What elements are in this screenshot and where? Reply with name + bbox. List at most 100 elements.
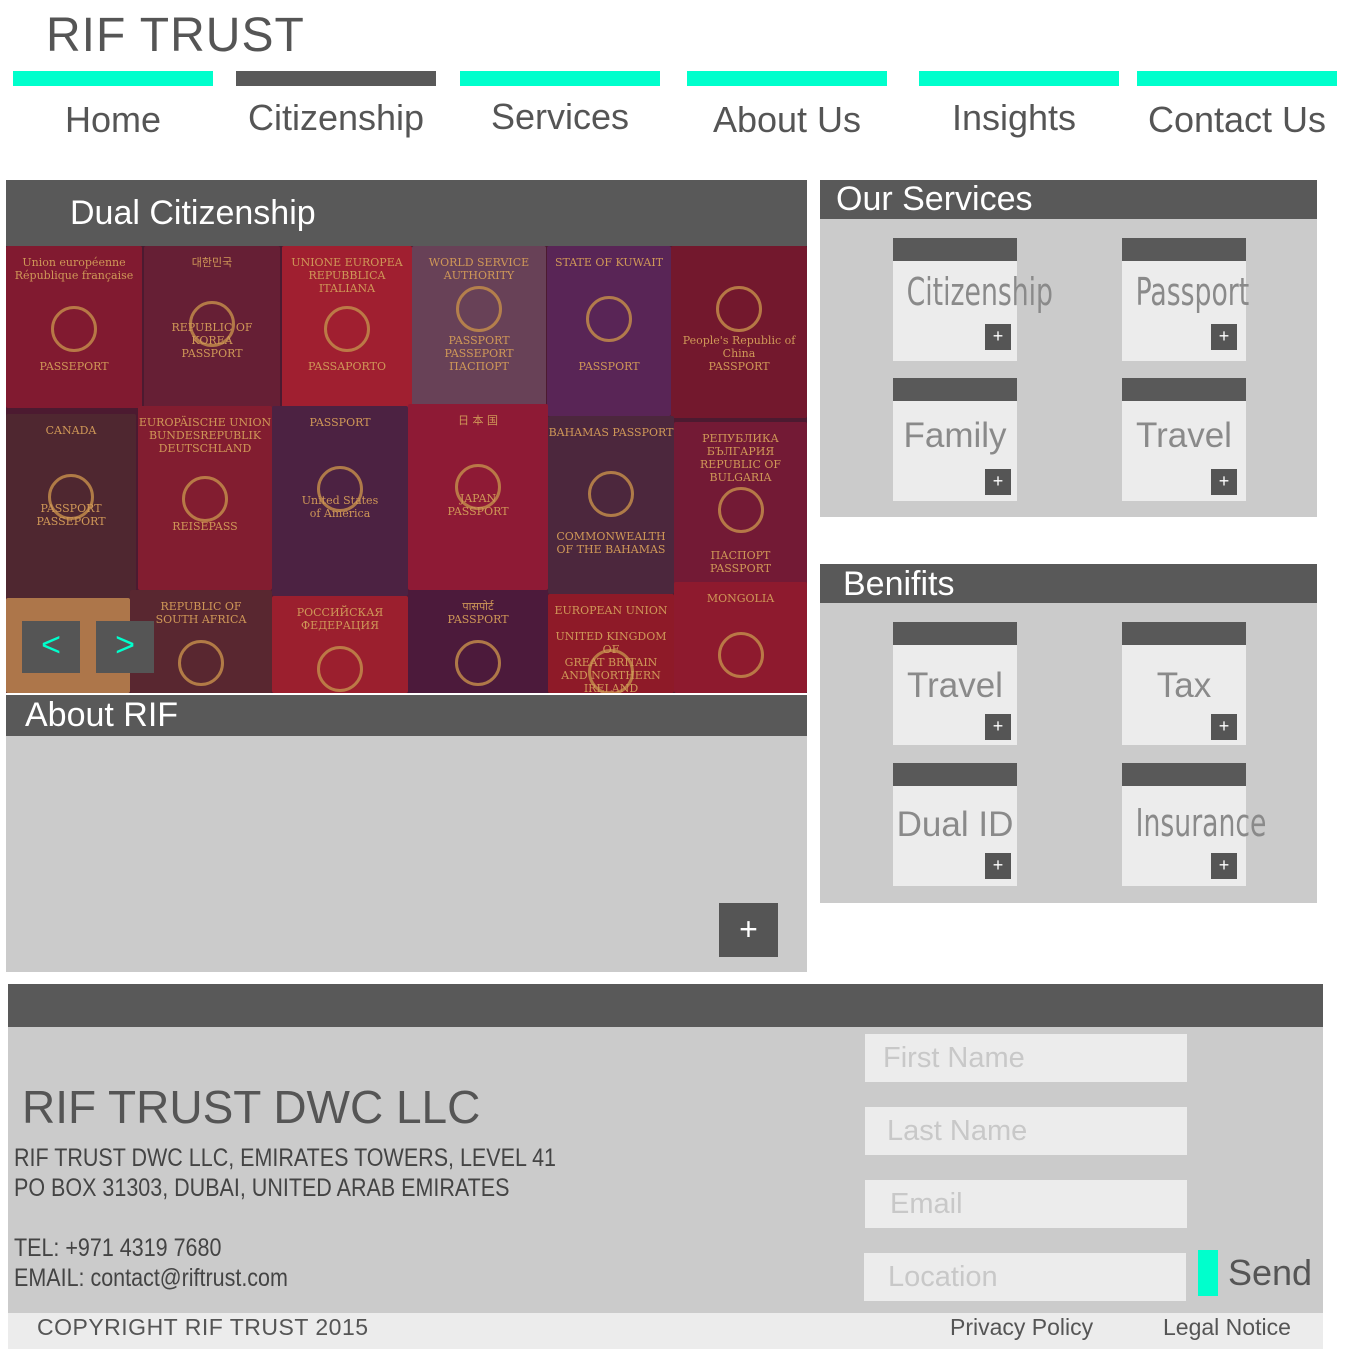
nav-indicator	[687, 71, 887, 86]
card-label: Passport	[1135, 270, 1250, 314]
hero-title: Dual Citizenship	[70, 194, 316, 232]
nav-indicator	[1137, 71, 1337, 86]
card-header-bar	[893, 622, 1017, 645]
benefit-card-dual-id[interactable]: Dual ID +	[893, 763, 1017, 886]
email-address[interactable]: EMAIL: contact@riftrust.com	[14, 1264, 288, 1293]
expand-button[interactable]: +	[985, 853, 1011, 879]
send-accent-mark	[1198, 1250, 1218, 1296]
passport-cover: BAHAMAS PASSPORT COMMONWEALTH OF THE BAHAM…	[548, 416, 674, 594]
coat-of-arms-icon	[178, 640, 224, 686]
nav-label: Home	[64, 99, 162, 140]
card-header-bar	[1122, 763, 1246, 786]
benefits-header: Benifits	[820, 564, 1317, 603]
passport-cover: People's Republic of China PASSPORT	[671, 246, 807, 418]
passport-cover: EUROPÄISCHE UNION BUNDESREPUBLIK DEUTSCHLA…	[138, 406, 272, 590]
passport-cover: Union européenne République française PASS…	[6, 246, 142, 408]
card-header-bar	[893, 238, 1017, 261]
benefit-card-travel[interactable]: Travel +	[893, 622, 1017, 745]
nav-indicator	[236, 71, 436, 86]
send-button[interactable]: Send	[1228, 1252, 1312, 1294]
expand-button[interactable]: +	[1211, 853, 1237, 879]
expand-button[interactable]: +	[985, 469, 1011, 495]
site-logo[interactable]: RIF TRUST	[46, 8, 305, 63]
expand-button[interactable]: +	[1211, 469, 1237, 495]
service-card-citizenship[interactable]: Citizenship +	[893, 238, 1053, 361]
nav-item-services[interactable]: Services	[460, 71, 660, 151]
nav-item-contact-us[interactable]: Contact Us	[1137, 71, 1337, 151]
privacy-policy-link[interactable]: Privacy Policy	[950, 1314, 1093, 1341]
footer-header-bar	[8, 984, 1323, 1027]
passport-text: 대한민국 REPUBLIC OF KOREA PASSPORT	[171, 256, 253, 360]
passport-cover: РОССИЙСКАЯ ФЕДЕРАЦИЯ	[272, 596, 408, 693]
passport-text: CANADA PASSPORT PASSEPORT	[36, 424, 106, 528]
about-title: About RIF	[25, 696, 179, 734]
benefits-title: Benifits	[843, 565, 955, 603]
nav-label: Insights	[951, 97, 1077, 138]
passport-cover: पासपोर्ट PASSPORT	[408, 590, 548, 693]
nav-item-citizenship[interactable]: Citizenship	[236, 71, 436, 151]
expand-button[interactable]: +	[1211, 714, 1237, 740]
nav-indicator	[460, 71, 660, 86]
services-title: Our Services	[836, 180, 1033, 218]
passport-cover: 日 本 国 JAPAN PASSPORT	[408, 404, 548, 590]
benefit-card-insurance[interactable]: Insurance +	[1122, 763, 1267, 886]
passport-text: STATE OF KUWAIT PASSPORT	[554, 256, 664, 373]
coat-of-arms-icon	[455, 640, 501, 686]
card-label: Family	[903, 416, 1007, 455]
nav-label: About Us	[712, 99, 862, 140]
card-label: Insurance	[1135, 801, 1267, 845]
nav-label: Contact Us	[1147, 99, 1327, 140]
passport-text: 日 本 国 JAPAN PASSPORT	[447, 414, 509, 518]
passport-cover: PASSPORT United States of America	[272, 406, 408, 596]
about-header: About RIF	[6, 695, 807, 736]
card-header-bar	[1122, 238, 1246, 261]
last-name-field[interactable]	[865, 1107, 1187, 1155]
nav-label: Services	[490, 96, 630, 137]
expand-button[interactable]: +	[1211, 324, 1237, 350]
passport-text: PASSPORT United States of America	[301, 416, 379, 520]
address-line-1: RIF TRUST DWC LLC, EMIRATES TOWERS, LEVE…	[14, 1144, 557, 1172]
location-field[interactable]	[864, 1253, 1186, 1301]
card-header-bar	[1122, 378, 1246, 401]
prev-slide-button[interactable]: <	[22, 621, 80, 673]
passport-text: Union européenne République française PASS…	[14, 256, 134, 373]
service-card-family[interactable]: Family +	[893, 378, 1017, 501]
card-header-bar	[893, 378, 1017, 401]
passport-text: РЕПУБЛИКА БЪЛГАРИЯ REPUBLIC OF BULGARIA ПАС…	[699, 432, 782, 575]
passport-text: EUROPEAN UNION UNITED KINGDOM OF GREAT BRI…	[554, 604, 668, 693]
coat-of-arms-icon	[317, 646, 363, 692]
phone-number: TEL: +971 4319 7680	[14, 1234, 222, 1262]
first-name-field[interactable]	[865, 1034, 1187, 1082]
expand-button[interactable]: +	[985, 714, 1011, 740]
service-card-travel[interactable]: Travel +	[1122, 378, 1246, 501]
company-name: RIF TRUST DWC LLC	[22, 1081, 481, 1133]
card-label: Travel	[907, 666, 1003, 705]
email-field[interactable]	[865, 1180, 1187, 1228]
benefit-card-tax[interactable]: Tax +	[1122, 622, 1246, 745]
passport-cover: UNIONE EUROPEA REPUBBLICA ITALIANA PASSAPO…	[282, 246, 412, 408]
coat-of-arms-icon	[717, 632, 764, 678]
passport-cover: 대한민국 REPUBLIC OF KOREA PASSPORT	[144, 246, 280, 408]
card-label: Dual ID	[896, 805, 1014, 844]
nav-item-about-us[interactable]: About Us	[687, 71, 887, 151]
expand-button[interactable]: +	[985, 324, 1011, 350]
nav-indicator	[13, 71, 213, 86]
about-more-button[interactable]: +	[719, 903, 778, 957]
passport-text: UNIONE EUROPEA REPUBBLICA ITALIANA PASSAPO…	[291, 256, 403, 373]
about-body	[6, 736, 807, 972]
card-label: Tax	[1156, 666, 1212, 705]
address-line-2: PO BOX 31303, DUBAI, UNITED ARAB EMIRATE…	[14, 1174, 510, 1202]
passport-text: EUROPÄISCHE UNION BUNDESREPUBLIK DEUTSCHLA…	[138, 416, 272, 533]
nav-item-home[interactable]: Home	[13, 71, 213, 151]
passport-text: BAHAMAS PASSPORT COMMONWEALTH OF THE BAHAM…	[548, 426, 674, 556]
services-header: Our Services	[820, 180, 1317, 219]
legal-notice-link[interactable]: Legal Notice	[1163, 1314, 1291, 1341]
passport-text: People's Republic of China PASSPORT	[682, 334, 796, 373]
passport-text: पासपोर्ट PASSPORT	[447, 600, 509, 626]
passport-cover: EUROPEAN UNION UNITED KINGDOM OF GREAT BRI…	[548, 594, 674, 693]
hero-header: Dual Citizenship	[6, 180, 807, 246]
service-card-passport[interactable]: Passport +	[1122, 238, 1250, 361]
nav-item-insights[interactable]: Insights	[919, 71, 1119, 151]
next-slide-button[interactable]: >	[96, 621, 154, 673]
card-header-bar	[1122, 622, 1246, 645]
